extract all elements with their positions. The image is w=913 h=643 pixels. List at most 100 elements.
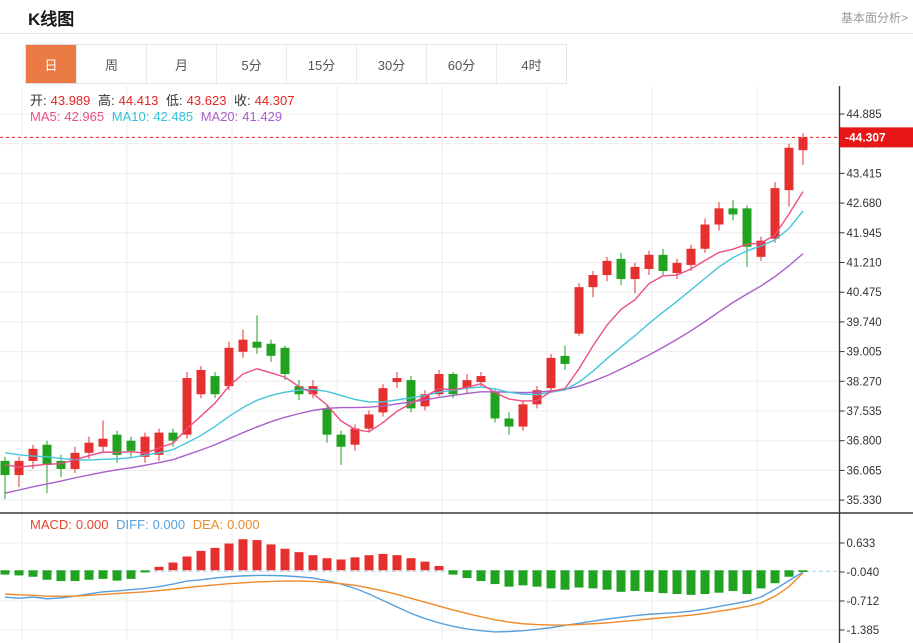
candle [589,275,598,287]
macd-bar [15,570,24,575]
open-value: 43.989 [51,93,91,108]
macd-bar [407,558,416,570]
macd-bar [71,570,80,581]
macd-bar [561,570,570,589]
macd-bar [729,570,738,591]
svg-text:0.633: 0.633 [847,538,876,550]
candle [645,255,654,269]
macd-bar [659,570,668,593]
candle [519,404,528,426]
current-price-tag: -44.307 [840,127,913,147]
macd-bar [575,570,584,587]
macd-bar [631,570,640,591]
candle [603,261,612,275]
candle [393,378,402,382]
candle [617,259,626,279]
ma20-value: 41.429 [242,109,282,124]
dea-value: 0.000 [227,517,260,532]
ma20-label: MA20: [201,109,239,124]
macd-bar [225,544,234,571]
svg-text:39.740: 39.740 [847,317,882,329]
macd-bar [169,563,178,571]
macd-bar [253,540,262,570]
macd-bar [673,570,682,594]
candle [197,370,206,394]
period-tab-bar: 日周月5分15分30分60分4时 [25,44,567,84]
dea-line [5,573,803,625]
candle [211,376,220,394]
close-value: 44.307 [255,93,295,108]
dea-label: DEA: [193,517,223,532]
macd-bar [309,555,318,570]
period-tab-月[interactable]: 月 [146,45,216,83]
candle [673,263,682,273]
candle [799,137,808,150]
ohlc-legend: 开:43.989 高:44.413 低:43.623 收:44.307 [30,90,298,109]
candlesticks [1,133,808,499]
ma10-value: 42.485 [153,109,193,124]
diff-value: 0.000 [153,517,186,532]
candle [281,348,290,374]
candle [1,461,10,475]
period-tab-5分[interactable]: 5分 [216,45,286,83]
svg-text:-0.712: -0.712 [847,596,880,608]
macd-bar [701,570,710,594]
candle [15,461,24,475]
candle [687,249,696,265]
candle [239,340,248,352]
candle [491,392,500,418]
svg-text:41.945: 41.945 [847,228,882,240]
candle [323,408,332,434]
macd-label: MACD: [30,517,72,532]
svg-text:42.680: 42.680 [847,198,882,210]
svg-text:36.800: 36.800 [847,436,882,448]
grid-lines [0,86,840,640]
macd-bar [99,570,108,579]
period-tab-4时[interactable]: 4时 [496,45,566,83]
low-value: 43.623 [187,93,227,108]
macd-bar [603,570,612,589]
macd-histogram [1,539,808,595]
macd-bar [43,570,52,579]
macd-bar [491,570,500,584]
period-tab-60分[interactable]: 60分 [426,45,496,83]
candle [43,445,52,465]
candle [337,435,346,447]
candle [29,449,38,461]
candle [253,342,262,348]
ma-legend: MA5:42.965 MA10:42.485 MA20:41.429 [30,109,286,124]
macd-bar [533,570,542,586]
svg-text:-0.040: -0.040 [847,567,880,579]
candle [351,429,360,445]
candle [575,287,584,333]
high-label: 高: [98,93,115,108]
macd-bar [57,570,66,581]
macd-bar [323,558,332,570]
period-tab-30分[interactable]: 30分 [356,45,426,83]
period-tab-15分[interactable]: 15分 [286,45,356,83]
candle [715,208,724,224]
macd-bar [463,570,472,578]
macd-legend: MACD:0.000 DIFF:0.000 DEA:0.000 [30,517,264,532]
macd-bar [757,570,766,588]
period-tab-日[interactable]: 日 [26,45,76,83]
high-value: 44.413 [119,93,159,108]
ma10-label: MA10: [112,109,150,124]
macd-bar [743,570,752,594]
macd-bar [505,570,514,586]
macd-bar [435,566,444,570]
svg-text:44.885: 44.885 [847,109,882,121]
macd-bar [365,555,374,570]
macd-bar [379,554,388,570]
macd-bar [239,539,248,570]
candle [729,208,738,214]
macd-bar [771,570,780,583]
macd-bar [211,548,220,570]
ma5-value: 42.965 [64,109,104,124]
macd-bar [715,570,724,592]
svg-text:36.065: 36.065 [847,465,882,477]
macd-bar [127,570,136,579]
period-tab-周[interactable]: 周 [76,45,146,83]
svg-text:40.475: 40.475 [847,287,882,299]
candle [477,376,486,382]
